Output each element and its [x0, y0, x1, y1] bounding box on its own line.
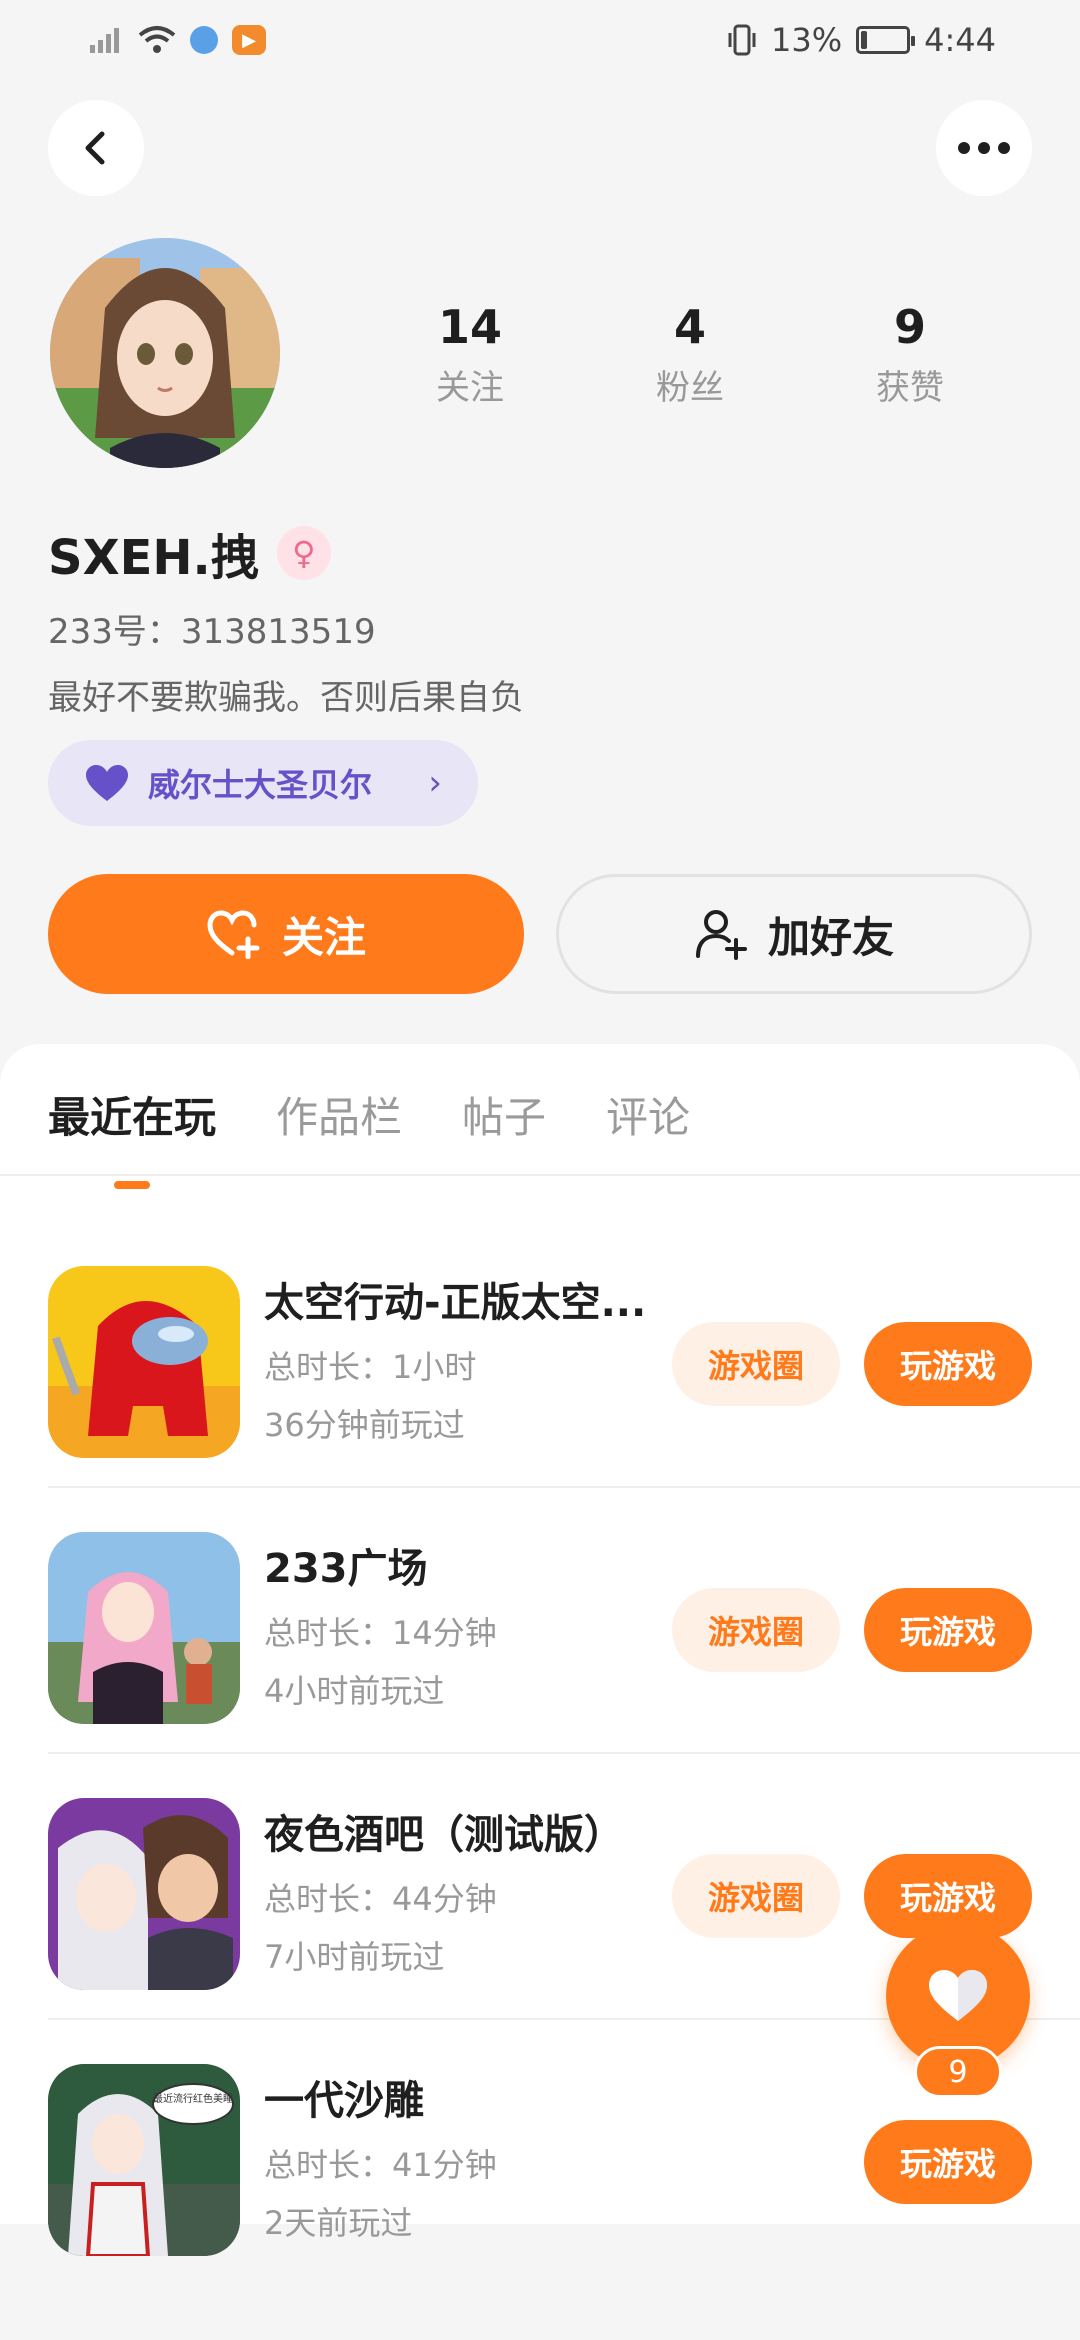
game-last-played: 2天前玩过	[264, 2204, 413, 2242]
game-icon-image: 最近流行红色美睡	[48, 2064, 240, 2256]
game-duration: 总时长：41分钟	[264, 2146, 497, 2184]
play-game-button[interactable]: 玩游戏	[864, 1588, 1032, 1672]
game-last-played: 4小时前玩过	[264, 1672, 445, 1710]
status-bar: ▶ 13% 4:44	[0, 0, 1080, 80]
status-left: ▶	[88, 25, 266, 55]
stat-followers-label: 粉丝	[656, 368, 724, 408]
battery-icon	[856, 26, 916, 54]
game-duration: 总时长：14分钟	[264, 1614, 497, 1652]
game-circle-button[interactable]: 游戏圈	[672, 1322, 840, 1406]
chevron-right-icon: ›	[428, 763, 442, 803]
back-button[interactable]	[48, 100, 144, 196]
globe-icon	[190, 26, 218, 54]
tab-comments[interactable]: 评论	[606, 1084, 690, 1145]
game-title: 233广场	[264, 1546, 428, 1592]
play-game-button[interactable]: 玩游戏	[864, 1322, 1032, 1406]
heart-icon	[86, 765, 128, 801]
user-plus-icon	[695, 910, 747, 960]
add-friend-button[interactable]: 加好友	[556, 874, 1032, 994]
bio: 最好不要欺骗我。否则后果自负	[48, 678, 524, 718]
game-duration: 总时长：44分钟	[264, 1880, 497, 1918]
stat-likes-label: 获赞	[876, 368, 944, 408]
tab-bar: 最近在玩 作品栏 帖子 评论	[48, 1084, 690, 1189]
game-title: 一代沙雕	[264, 2078, 424, 2124]
game-duration: 总时长：1小时	[264, 1348, 477, 1386]
like-count-badge: 9	[914, 2046, 1002, 2098]
add-friend-label: 加好友	[767, 912, 894, 962]
game-last-played: 7小时前玩过	[264, 1938, 445, 1976]
stat-following[interactable]: 14 关注	[380, 300, 560, 409]
tag-label: 威尔士大圣贝尔	[148, 766, 373, 804]
stat-likes[interactable]: 9 获赞	[820, 300, 1000, 409]
battery-percent: 13%	[771, 21, 843, 59]
clock: 4:44	[924, 21, 996, 59]
tag-chip[interactable]: 威尔士大圣贝尔 ›	[48, 740, 478, 826]
tab-posts[interactable]: 帖子	[462, 1084, 546, 1145]
battery-fill	[861, 31, 868, 49]
tab-recent-played[interactable]: 最近在玩	[48, 1084, 216, 1189]
vibrate-icon	[728, 24, 756, 56]
more-dots-icon	[958, 142, 1010, 154]
game-title: 夜色酒吧（测试版）	[264, 1812, 624, 1858]
wifi-icon	[138, 26, 176, 53]
game-last-played: 36分钟前玩过	[264, 1406, 465, 1444]
game-row[interactable]: 太空行动-正版太空... 总时长：1小时 36分钟前玩过 游戏圈 玩游戏	[0, 1222, 1080, 1488]
game-icon[interactable]	[48, 1266, 240, 1458]
game-title: 太空行动-正版太空...	[264, 1280, 647, 1326]
game-icon-image	[48, 1532, 240, 1724]
game-circle-button[interactable]: 游戏圈	[672, 1854, 840, 1938]
stat-following-value: 14	[437, 300, 502, 354]
follow-button[interactable]: 关注	[48, 874, 524, 994]
avatar-illustration	[50, 238, 280, 468]
status-right: 13% 4:44	[727, 21, 996, 59]
game-icon-caption: 最近流行红色美睡	[153, 2092, 233, 2105]
game-icon-image	[48, 1798, 240, 1990]
stat-following-label: 关注	[436, 368, 504, 408]
heart-plus-icon	[207, 910, 260, 959]
signal-icon	[90, 28, 119, 53]
chevron-left-icon	[85, 131, 105, 165]
heart-icon	[929, 1970, 987, 2021]
game-circle-button[interactable]: 游戏圈	[672, 1588, 840, 1672]
game-info: 夜色酒吧（测试版） 总时长：44分钟 7小时前玩过	[264, 1802, 664, 1978]
game-list: 太空行动-正版太空... 总时长：1小时 36分钟前玩过 游戏圈 玩游戏 233…	[0, 1222, 1080, 2286]
game-icon[interactable]	[48, 1798, 240, 1990]
more-button[interactable]	[936, 100, 1032, 196]
follow-label: 关注	[281, 912, 366, 962]
avatar[interactable]	[50, 238, 280, 468]
user-id: 233号：313813519	[48, 612, 376, 652]
tab-works[interactable]: 作品栏	[276, 1084, 402, 1145]
stat-followers-value: 4	[673, 300, 706, 354]
game-info: 233广场 总时长：14分钟 4小时前玩过	[264, 1536, 664, 1712]
game-icon[interactable]	[48, 1532, 240, 1724]
game-row[interactable]: 233广场 总时长：14分钟 4小时前玩过 游戏圈 玩游戏	[0, 1488, 1080, 1754]
stat-likes-value: 9	[893, 300, 926, 354]
username: SXEH.拽	[48, 530, 259, 586]
play-game-button[interactable]: 玩游戏	[864, 2120, 1032, 2204]
game-info: 太空行动-正版太空... 总时长：1小时 36分钟前玩过	[264, 1270, 664, 1446]
tabs-divider	[0, 1174, 1080, 1176]
username-row: SXEH.拽 ♀	[48, 518, 331, 588]
game-info: 一代沙雕 总时长：41分钟 2天前玩过	[264, 2068, 664, 2244]
female-icon: ♀	[276, 526, 331, 580]
game-icon-image	[48, 1266, 240, 1458]
stat-followers[interactable]: 4 粉丝	[600, 300, 780, 409]
app-icon: ▶	[232, 25, 266, 55]
profile-stats: 14 关注 4 粉丝 9 获赞	[360, 300, 1020, 409]
game-icon[interactable]: 最近流行红色美睡	[48, 2064, 240, 2256]
